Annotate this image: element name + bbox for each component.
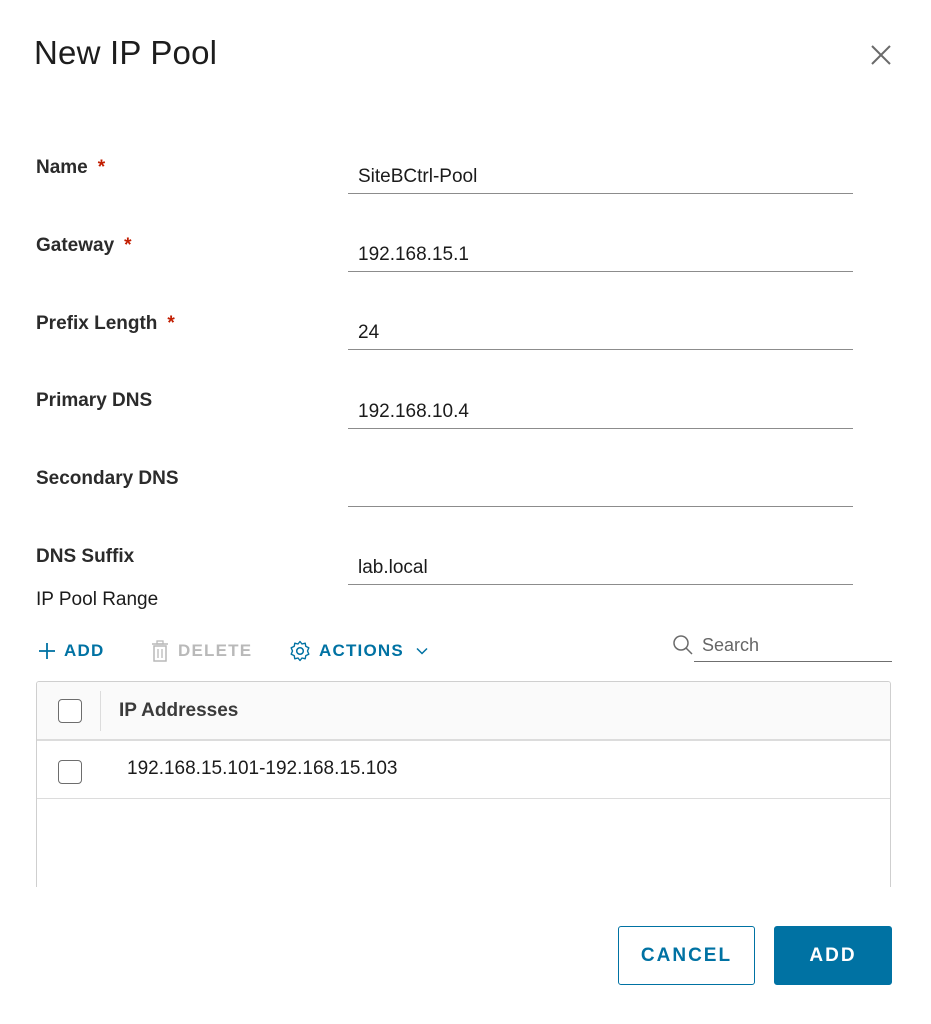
table-row[interactable]: 192.168.15.101-192.168.15.103 bbox=[37, 741, 890, 799]
new-ip-pool-dialog: New IP Pool Name * Gateway * Prefix Length… bbox=[0, 0, 931, 1024]
select-all-checkbox[interactable] bbox=[58, 699, 82, 723]
grid-header: IP Addresses bbox=[37, 682, 890, 741]
column-divider bbox=[100, 691, 101, 731]
row-checkbox[interactable] bbox=[58, 760, 82, 784]
gateway-label-text: Gateway bbox=[36, 235, 115, 256]
dialog-title: New IP Pool bbox=[34, 34, 218, 71]
name-field[interactable] bbox=[348, 160, 853, 194]
ip-pool-range-label: IP Pool Range bbox=[36, 589, 159, 610]
secondary-dns-label: Secondary DNS bbox=[36, 468, 179, 489]
add-button[interactable]: ADD bbox=[774, 926, 892, 985]
prefix-length-label: Prefix Length * bbox=[36, 313, 175, 335]
ip-addresses-cell: 192.168.15.101-192.168.15.103 bbox=[127, 758, 398, 779]
add-range-label: ADD bbox=[64, 641, 105, 660]
cancel-button[interactable]: CANCEL bbox=[618, 926, 755, 985]
search-icon bbox=[672, 634, 694, 661]
delete-range-label: DELETE bbox=[178, 641, 253, 660]
gateway-field[interactable] bbox=[348, 238, 853, 272]
add-range-button[interactable]: ADD bbox=[38, 636, 104, 666]
prefix-length-label-text: Prefix Length bbox=[36, 313, 158, 334]
search-box bbox=[672, 630, 892, 662]
dns-suffix-field[interactable] bbox=[348, 551, 853, 585]
name-label: Name * bbox=[36, 157, 105, 179]
actions-dropdown[interactable]: ACTIONS bbox=[289, 636, 428, 666]
plus-icon bbox=[38, 642, 56, 660]
name-label-text: Name bbox=[36, 157, 88, 178]
dns-suffix-label: DNS Suffix bbox=[36, 546, 135, 567]
required-mark: * bbox=[167, 313, 175, 334]
gateway-label: Gateway * bbox=[36, 235, 132, 257]
chevron-down-icon bbox=[416, 647, 428, 655]
primary-dns-label: Primary DNS bbox=[36, 390, 153, 411]
prefix-length-field[interactable] bbox=[348, 316, 853, 350]
ip-range-grid: IP Addresses 192.168.15.101-192.168.15.1… bbox=[36, 681, 891, 887]
actions-label: ACTIONS bbox=[319, 641, 404, 660]
secondary-dns-field[interactable] bbox=[348, 473, 853, 507]
primary-dns-field[interactable] bbox=[348, 395, 853, 429]
required-mark: * bbox=[124, 235, 132, 256]
delete-range-button[interactable]: DELETE bbox=[150, 636, 252, 666]
trash-icon bbox=[150, 640, 170, 662]
column-header-ip-addresses[interactable]: IP Addresses bbox=[119, 700, 238, 722]
required-mark: * bbox=[97, 157, 106, 178]
gear-icon bbox=[289, 640, 311, 662]
search-input[interactable] bbox=[694, 630, 892, 662]
close-icon[interactable] bbox=[866, 40, 896, 70]
